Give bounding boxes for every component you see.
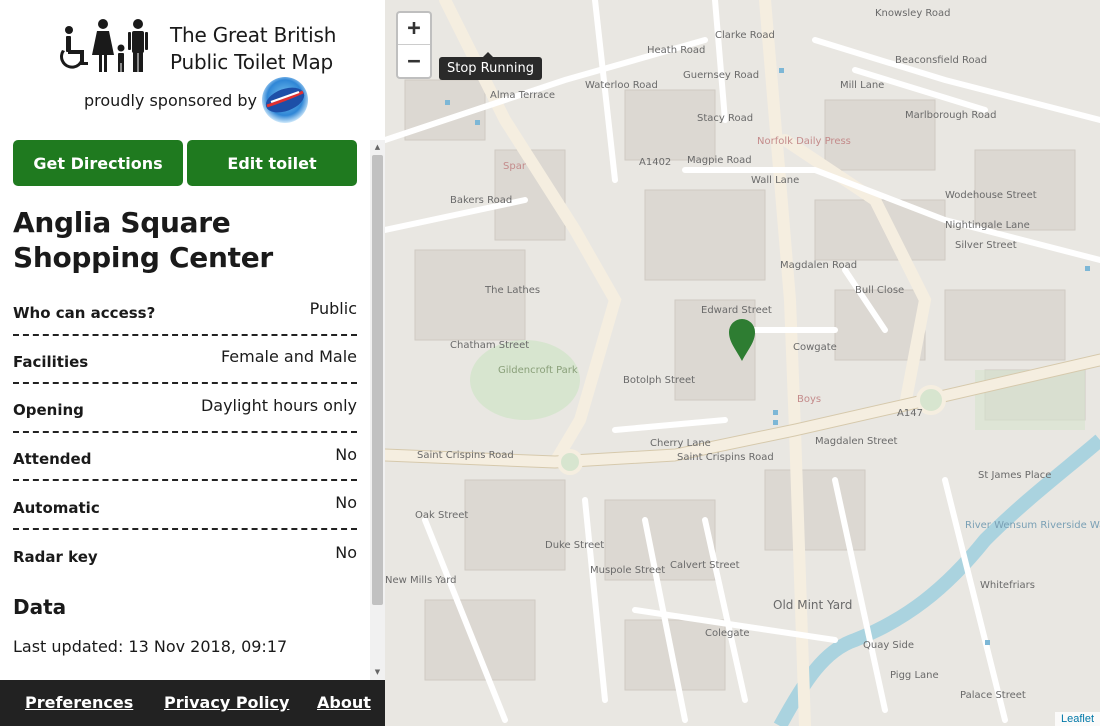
property-row-access: Who can access? Public (13, 287, 357, 336)
street-label: Gildencroft Park (498, 365, 578, 376)
leaflet-attribution-link[interactable]: Leaflet (1054, 712, 1100, 726)
street-label: Saint Crispins Road (417, 450, 514, 461)
street-label: The Lathes (485, 285, 541, 296)
property-key: Automatic (13, 498, 100, 517)
street-label: Marlborough Road (905, 110, 997, 121)
street-label: Palace Street (960, 690, 1026, 701)
street-label: Boys (797, 394, 822, 405)
property-value: Public (309, 298, 357, 318)
property-row-radar-key: Radar key No (13, 530, 357, 579)
zoom-control: + − (396, 11, 432, 79)
last-updated: Last updated: 13 Nov 2018, 09:17 (13, 636, 288, 656)
street-label: Alma Terrace (490, 90, 556, 101)
street-label: Waterloo Road (585, 80, 658, 91)
toilet-properties: Who can access? Public Facilities Female… (13, 287, 357, 579)
site-title[interactable]: The Great British Public Toilet Map (170, 22, 336, 76)
sponsor-row: proudly sponsored by (84, 76, 309, 124)
property-value: No (335, 493, 357, 513)
street-label: St James Place (978, 470, 1052, 481)
street-label: Muspole Street (590, 565, 666, 576)
street-label: Botolph Street (623, 375, 696, 386)
street-label: A147 (897, 408, 923, 419)
toilet-name: Anglia Square Shopping Center (13, 206, 273, 274)
street-label: Wall Lane (751, 175, 800, 186)
street-label: Edward Street (701, 305, 772, 316)
scroll-down-arrow-icon[interactable]: ▼ (370, 665, 385, 680)
zoom-in-button[interactable]: + (398, 13, 430, 45)
property-key: Facilities (13, 352, 89, 371)
get-directions-button[interactable]: Get Directions (13, 140, 183, 186)
street-label: Bakers Road (450, 195, 513, 206)
street-label: Duke Street (545, 540, 605, 551)
street-label: New Mills Yard (385, 575, 457, 586)
property-key: Who can access? (13, 304, 156, 323)
street-label: Heath Road (647, 45, 706, 56)
street-label: Magdalen Street (815, 436, 898, 447)
street-label: Nightingale Lane (945, 220, 1030, 231)
street-label: Old Mint Yard (773, 598, 853, 612)
domestos-logo[interactable] (261, 76, 309, 124)
street-label: Stacy Road (697, 113, 754, 124)
property-row-facilities: Facilities Female and Male (13, 336, 357, 385)
street-label: Oak Street (415, 510, 469, 521)
property-value: Female and Male (220, 347, 357, 367)
street-label: Norfolk Daily Press (757, 136, 851, 147)
data-heading: Data (13, 594, 67, 619)
edit-toilet-button[interactable]: Edit toilet (187, 140, 357, 186)
property-value: No (335, 542, 357, 562)
property-key: Opening (13, 401, 84, 420)
property-key: Attended (13, 450, 92, 469)
property-row-opening: Opening Daylight hours only (13, 384, 357, 433)
street-label: Clarke Road (715, 30, 775, 41)
street-label: Chatham Street (450, 340, 530, 351)
map-tiles (385, 0, 1100, 726)
site-title-line2: Public Toilet Map (170, 50, 334, 74)
street-label: River Wensum Riverside Walk (965, 520, 1100, 531)
about-link[interactable]: About (317, 693, 371, 712)
street-label: Mill Lane (840, 80, 885, 91)
toilet-details-panel[interactable]: Get Directions Edit toilet Anglia Square… (0, 140, 385, 680)
toilet-figures-logo-icon (60, 19, 148, 72)
street-label: Knowsley Road (875, 8, 951, 19)
street-label: Pigg Lane (890, 670, 939, 681)
street-label: Whitefriars (980, 580, 1035, 591)
toilet-marker-icon[interactable] (727, 318, 757, 362)
street-label: Bull Close (855, 285, 905, 296)
property-row-automatic: Automatic No (13, 481, 357, 530)
property-row-attended: Attended No (13, 433, 357, 482)
map[interactable]: Knowsley Road Clarke Road Beaconsfield R… (385, 0, 1100, 726)
street-label: Silver Street (955, 240, 1017, 251)
site-header: The Great British Public Toilet Map prou… (0, 0, 385, 140)
sidebar: The Great British Public Toilet Map prou… (0, 0, 385, 726)
street-label: Cowgate (793, 342, 837, 353)
sponsor-text: proudly sponsored by (84, 90, 257, 110)
scrollbar[interactable]: ▲ ▼ (370, 140, 385, 680)
street-label: A1402 (639, 157, 672, 168)
street-label: Saint Crispins Road (677, 452, 774, 463)
street-label: Beaconsfield Road (895, 55, 988, 66)
street-label: Magdalen Road (780, 260, 858, 271)
footer: Preferences Privacy Policy About (0, 680, 385, 726)
stop-running-tooltip[interactable]: Stop Running (439, 52, 542, 80)
privacy-policy-link[interactable]: Privacy Policy (164, 693, 289, 712)
street-label: Colegate (705, 628, 750, 639)
street-label: Magpie Road (687, 155, 752, 166)
street-label: Guernsey Road (683, 70, 760, 81)
property-value: Daylight hours only (200, 395, 357, 415)
street-label: Wodehouse Street (945, 190, 1037, 201)
site-title-line1: The Great British (170, 23, 337, 47)
zoom-out-button[interactable]: − (398, 45, 430, 77)
toilet-details: Get Directions Edit toilet Anglia Square… (13, 140, 357, 656)
street-label: Quay Side (863, 640, 915, 651)
action-buttons: Get Directions Edit toilet (13, 140, 357, 186)
street-label: Calvert Street (670, 560, 740, 571)
scroll-up-arrow-icon[interactable]: ▲ (370, 140, 385, 155)
property-value: No (335, 444, 357, 464)
preferences-link[interactable]: Preferences (25, 693, 133, 712)
street-label: Cherry Lane (650, 438, 711, 449)
street-label: Spar (503, 161, 526, 172)
property-key: Radar key (13, 548, 98, 567)
scrollbar-thumb[interactable] (372, 155, 383, 605)
